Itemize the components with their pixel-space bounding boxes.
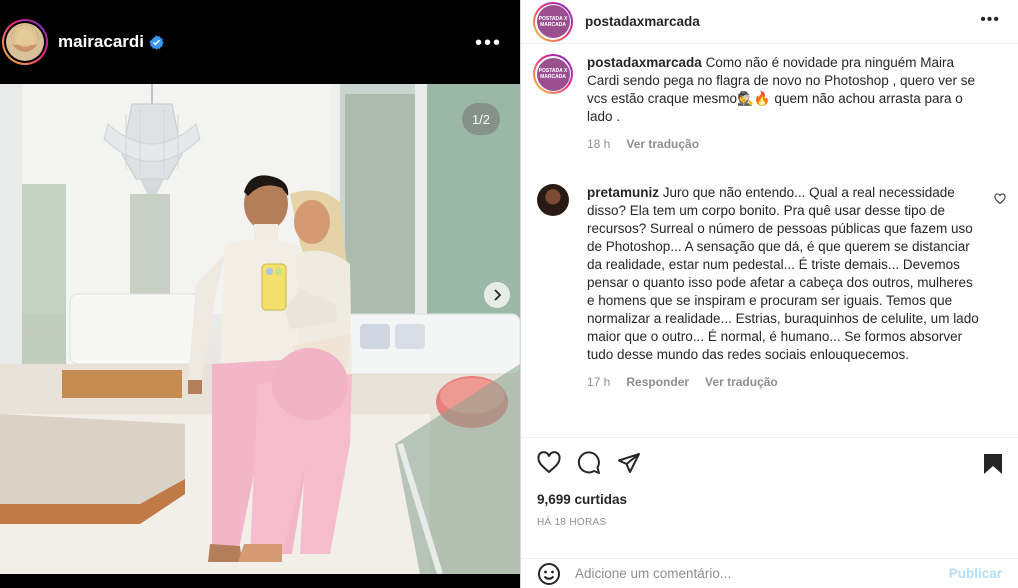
caption-meta: 18 h Ver tradução <box>587 135 979 153</box>
caption-time[interactable]: 18 h <box>587 135 610 153</box>
avatar[interactable] <box>537 184 569 216</box>
caption-username[interactable]: postadaxmarcada <box>587 55 702 70</box>
story-ring[interactable]: POSTADA X MARCADA <box>533 54 573 94</box>
chevron-right-icon <box>494 289 502 301</box>
avatar[interactable] <box>6 23 44 61</box>
comment-text: Juro que não entendo... Qual a real nece… <box>587 185 979 362</box>
media-username[interactable]: mairacardi <box>58 32 144 52</box>
panel-username[interactable]: postadaxmarcada <box>585 14 700 29</box>
comment-input[interactable] <box>575 566 949 581</box>
slide-counter: 1/2 <box>462 103 500 135</box>
photo-illustration <box>0 84 520 574</box>
comment-time[interactable]: 17 h <box>587 373 610 391</box>
add-comment-bar: Publicar <box>521 558 1018 588</box>
next-slide-button[interactable] <box>484 282 510 308</box>
list-item: pretamuniz Juro que não entendo... Qual … <box>521 184 1018 391</box>
comment-body: pretamuniz Juro que não entendo... Qual … <box>587 184 979 391</box>
likes-count[interactable]: 9,699 curtidas <box>537 492 1002 507</box>
verified-badge-icon <box>149 34 164 50</box>
comment-meta: 17 h Responder Ver tradução <box>587 373 979 391</box>
comment-translate-link[interactable]: Ver tradução <box>705 373 778 391</box>
avatar[interactable]: POSTADA X MARCADA <box>536 57 570 91</box>
story-ring[interactable]: POSTADA X MARCADA <box>533 1 573 42</box>
comment-username[interactable]: pretamuniz <box>587 185 659 200</box>
comment-icon[interactable] <box>577 451 601 475</box>
comments-list[interactable]: POSTADA X MARCADA postadaxmarcada Como n… <box>521 54 1018 438</box>
reply-link[interactable]: Responder <box>626 373 689 391</box>
publish-button[interactable]: Publicar <box>949 566 1002 581</box>
action-buttons <box>537 450 1002 476</box>
send-icon[interactable] <box>617 451 641 475</box>
caption-body: postadaxmarcada Como não é novidade pra … <box>587 54 979 153</box>
post-photo[interactable] <box>0 84 520 574</box>
story-ring[interactable] <box>2 19 48 65</box>
avatar[interactable]: POSTADA X MARCADA <box>536 5 570 38</box>
bookmark-icon[interactable] <box>982 452 1004 476</box>
media-bottom-bar <box>0 574 520 588</box>
post-date: HÁ 18 HORAS <box>537 517 607 528</box>
post-side-panel: POSTADA X MARCADA postadaxmarcada ••• PO… <box>520 0 1018 588</box>
caption-translate-link[interactable]: Ver tradução <box>626 135 699 153</box>
media-header: mairacardi ••• <box>0 0 520 84</box>
post-media-panel: mairacardi ••• 1/2 <box>0 0 520 588</box>
more-horizontal-icon[interactable]: ••• <box>475 33 502 53</box>
more-horizontal-icon[interactable]: ••• <box>980 12 1000 28</box>
heart-icon[interactable] <box>994 193 1006 205</box>
emoji-icon[interactable] <box>537 562 561 586</box>
caption: POSTADA X MARCADA postadaxmarcada Como n… <box>521 54 1018 153</box>
heart-icon[interactable] <box>537 451 561 475</box>
action-section: 9,699 curtidas HÁ 18 HORAS <box>521 437 1018 528</box>
panel-header: POSTADA X MARCADA postadaxmarcada ••• <box>521 0 1018 44</box>
